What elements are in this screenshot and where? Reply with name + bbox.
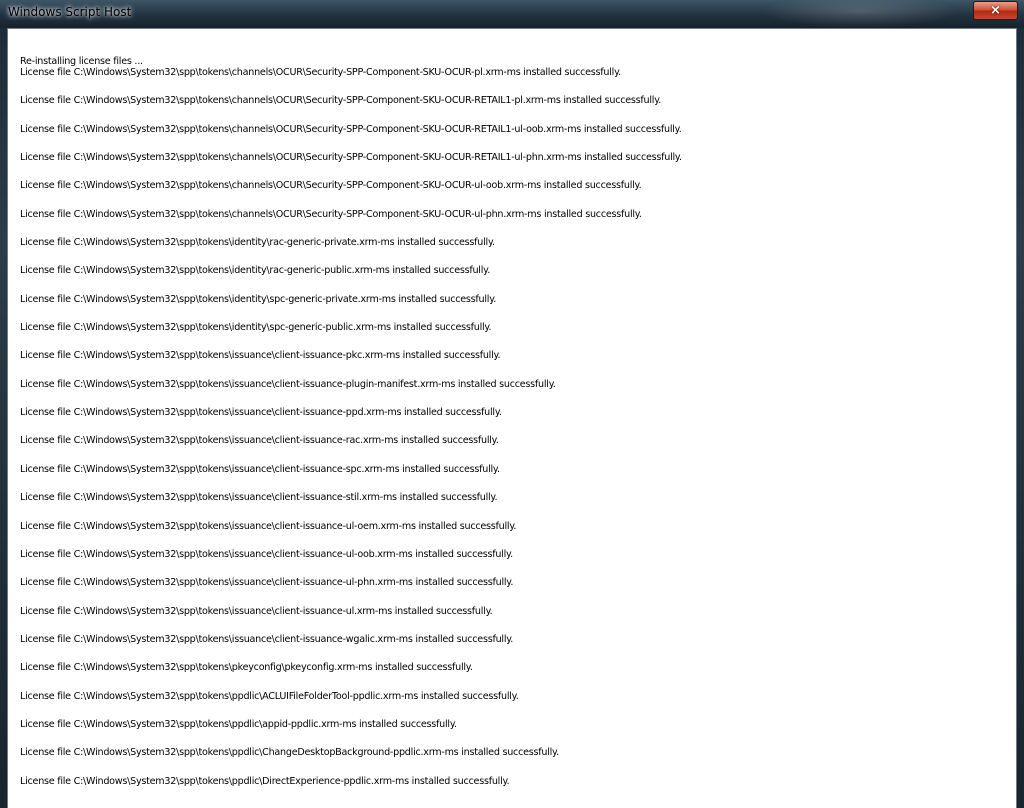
log-line: License file C:\Windows\System32\spp\tok…: [20, 435, 499, 447]
log-line: License file C:\Windows\System32\spp\tok…: [20, 180, 642, 192]
log-line: License file C:\Windows\System32\spp\tok…: [20, 633, 514, 645]
log-line: License file C:\Windows\System32\spp\tok…: [20, 605, 493, 617]
log-line: License file C:\Windows\System32\spp\tok…: [20, 520, 517, 532]
log-line: License file C:\Windows\System32\spp\tok…: [20, 123, 682, 135]
title-bar-glare: [760, 0, 960, 28]
title-bar[interactable]: Windows Script Host ×: [0, 0, 1024, 28]
output-heading: Re-installing license files ...: [20, 56, 143, 67]
log-line: License file C:\Windows\System32\spp\tok…: [20, 690, 519, 702]
log-line: License file C:\Windows\System32\spp\tok…: [20, 662, 473, 674]
log-line: License file C:\Windows\System32\spp\tok…: [20, 548, 513, 560]
message-area: Re-installing license files ... License …: [7, 28, 1017, 808]
log-line: License file C:\Windows\System32\spp\tok…: [20, 718, 457, 730]
log-line: License file C:\Windows\System32\spp\tok…: [20, 775, 510, 787]
log-line: License file C:\Windows\System32\spp\tok…: [20, 577, 514, 589]
log-line: License file C:\Windows\System32\spp\tok…: [20, 208, 642, 220]
log-line: License file C:\Windows\System32\spp\tok…: [20, 463, 500, 475]
script-host-window: Windows Script Host × Re-installing lice…: [0, 0, 1024, 808]
log-line: License file C:\Windows\System32\spp\tok…: [20, 293, 497, 305]
log-line: License file C:\Windows\System32\spp\tok…: [20, 152, 682, 164]
close-icon: ×: [990, 3, 1001, 18]
output-log: Re-installing license files ... License …: [20, 56, 1008, 804]
log-line: License file C:\Windows\System32\spp\tok…: [20, 747, 559, 759]
window-title: Windows Script Host: [8, 5, 132, 19]
log-line: License file C:\Windows\System32\spp\tok…: [20, 407, 502, 419]
log-line: License file C:\Windows\System32\spp\tok…: [20, 95, 662, 107]
log-line: License file C:\Windows\System32\spp\tok…: [20, 492, 498, 504]
log-line: License file C:\Windows\System32\spp\tok…: [20, 350, 501, 362]
close-button[interactable]: ×: [973, 1, 1018, 20]
log-line: License file C:\Windows\System32\spp\tok…: [20, 265, 491, 277]
log-line: License file C:\Windows\System32\spp\tok…: [20, 378, 556, 390]
log-line: License file C:\Windows\System32\spp\tok…: [20, 67, 621, 78]
log-line: License file C:\Windows\System32\spp\tok…: [20, 322, 492, 334]
log-line: License file C:\Windows\System32\spp\tok…: [20, 237, 495, 249]
